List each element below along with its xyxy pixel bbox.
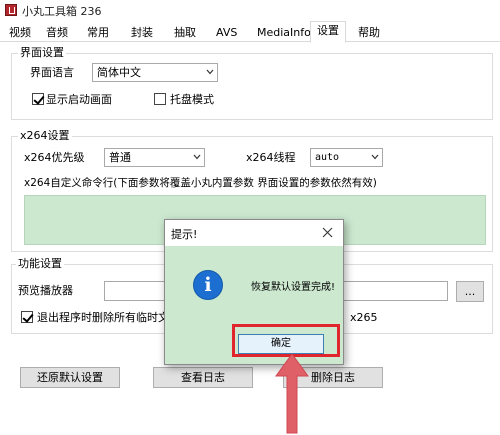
arrow-up-icon — [275, 353, 309, 434]
ui-settings-group: 界面设置 — [11, 46, 493, 120]
ui-settings-title: 界面设置 — [18, 46, 66, 60]
func-settings-title: 功能设置 — [16, 257, 64, 271]
x264-settings-title: x264设置 — [18, 129, 72, 143]
dialog-message: 恢复默认设置完成! — [251, 282, 336, 293]
tray-mode-label: 托盘模式 — [170, 93, 214, 106]
language-label: 界面语言 — [30, 66, 74, 79]
view-log-button[interactable]: 查看日志 — [153, 367, 253, 388]
tab-avs[interactable]: AVS — [210, 24, 243, 42]
tab-mediainfo[interactable]: MediaInfo — [251, 24, 317, 42]
app-icon — [5, 4, 17, 16]
tab-mux[interactable]: 封装 — [125, 24, 159, 42]
restore-defaults-button[interactable]: 还原默认设置 — [20, 367, 120, 388]
tab-common[interactable]: 常用 — [81, 24, 115, 42]
dialog-title: 提示! — [171, 228, 198, 241]
show-splash-checkbox[interactable] — [32, 93, 44, 105]
tab-extract[interactable]: 抽取 — [168, 24, 202, 42]
tab-settings[interactable]: 设置 — [310, 21, 346, 43]
tab-bar: 视频 音频 常用 封装 抽取 AVS MediaInfo 设置 帮助 — [0, 21, 500, 43]
chevron-down-icon — [371, 154, 379, 160]
x264-priority-select[interactable]: 普通 — [104, 148, 205, 167]
tab-help[interactable]: 帮助 — [352, 24, 386, 42]
chevron-down-icon — [206, 69, 214, 75]
dialog-header: 提示! — [165, 220, 343, 246]
preview-player-label: 预览播放器 — [18, 284, 73, 297]
delete-temp-label: 退出程序时删除所有临时文件 — [37, 311, 180, 324]
x264-threads-value: auto — [315, 152, 340, 163]
info-icon: i — [193, 270, 223, 300]
tab-video[interactable]: 视频 — [3, 24, 37, 42]
show-splash-label: 显示启动画面 — [46, 93, 112, 106]
x264-threads-select[interactable]: auto — [310, 148, 383, 167]
close-icon[interactable] — [322, 227, 333, 238]
window-title: 小丸工具箱 236 — [22, 5, 102, 18]
x265-partial-label: x265 — [350, 311, 378, 324]
chevron-down-icon — [193, 154, 201, 160]
x264-priority-label: x264优先级 — [24, 151, 85, 164]
tray-mode-checkbox[interactable] — [154, 93, 166, 105]
x264-custom-cmd-label: x264自定义命令行(下面参数将覆盖小丸内置参数 界面设置的参数依然有效) — [24, 177, 377, 189]
language-value: 简体中文 — [97, 66, 141, 79]
language-select[interactable]: 简体中文 — [92, 63, 218, 82]
tab-audio[interactable]: 音频 — [40, 24, 74, 42]
x264-threads-label: x264线程 — [246, 151, 296, 164]
browse-button[interactable]: ... — [456, 281, 484, 302]
delete-temp-checkbox[interactable] — [21, 311, 33, 323]
window-titlebar: 小丸工具箱 236 — [0, 0, 500, 20]
x264-priority-value: 普通 — [109, 151, 131, 164]
